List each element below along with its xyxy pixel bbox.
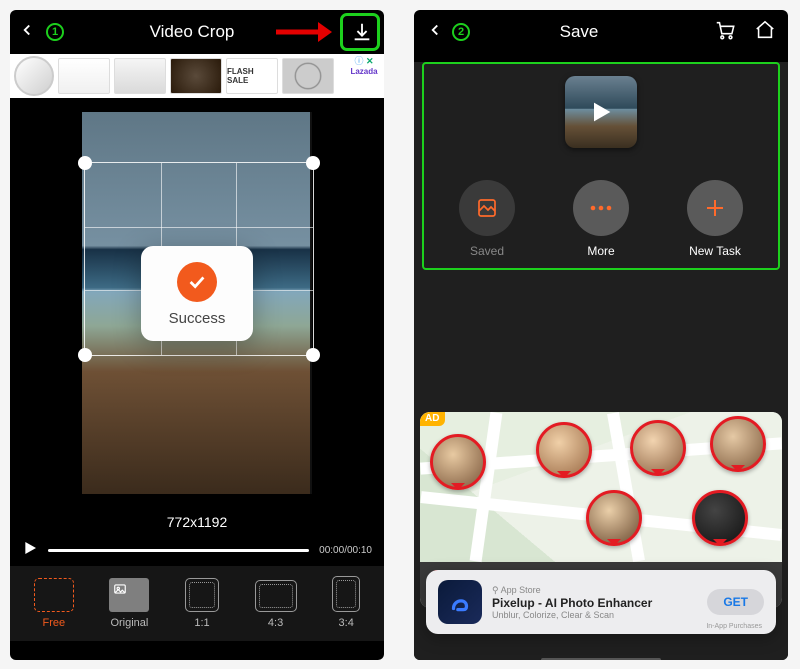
save-body: Saved More New Task [414,62,788,660]
ad-corner[interactable]: ⓘ ✕ Lazada [346,54,382,76]
appstore-banner[interactable]: ⚲ App Store Pixelup - AI Photo Enhancer … [426,570,776,634]
check-icon [177,262,217,302]
back-button[interactable] [18,19,36,45]
ratio-label: 3:4 [332,617,360,629]
ratio-label: Original [109,617,149,629]
ad-product-thumb [282,58,334,94]
step-badge-2: 2 [452,23,470,41]
more-icon [573,180,629,236]
crop-handle-bl[interactable] [78,348,92,362]
action-more[interactable]: More [573,180,629,258]
video-scrubber: 00:00/00:10 [10,534,384,566]
ad-product-thumb [170,58,222,94]
ad-map-image [420,412,782,562]
ad-product-thumb [58,58,110,94]
header: 1 Video Crop [10,10,384,54]
success-toast: Success [141,246,253,341]
ad-product-thumb [114,58,166,94]
aspect-ratio-bar: Free Original 1:1 4:3 3:4 [10,566,384,641]
save-icon [459,180,515,236]
phone-video-crop: 1 Video Crop FLASH SALE ⓘ ✕ Lazada [10,10,384,660]
ratio-label: 1:1 [185,617,219,629]
get-button[interactable]: GET [707,589,764,615]
ratio-label: 4:3 [255,617,297,629]
action-new-task[interactable]: New Task [687,180,743,258]
result-panel: Saved More New Task [422,62,780,270]
ad-product-thumb: FLASH SALE [226,58,278,94]
home-indicator[interactable] [541,658,661,660]
avatar-pin [536,422,592,478]
crop-handle-tr[interactable] [306,156,320,170]
video-thumbnail[interactable] [565,76,637,148]
action-label: New Task [689,244,741,258]
video-preview[interactable]: Success [10,98,384,508]
dimensions-readout: 772x1192 [10,508,384,534]
phone-save: 2 Save Saved [414,10,788,660]
plus-icon [687,180,743,236]
avatar-pin [586,490,642,546]
ratio-3-4[interactable]: 3:4 [332,576,360,629]
action-label: Saved [470,244,504,258]
action-label: More [587,244,614,258]
cart-button[interactable] [714,19,736,46]
ratio-1-1[interactable]: 1:1 [185,578,219,629]
download-button[interactable] [348,18,376,46]
ratio-original[interactable]: Original [109,578,149,629]
avatar-pin [630,420,686,476]
ad-banner-strip[interactable]: FLASH SALE ⓘ ✕ Lazada [10,54,384,98]
home-button[interactable] [754,19,776,46]
iap-label: In-App Purchases [706,623,762,630]
scrubber-track[interactable] [48,549,309,552]
ratio-4-3[interactable]: 4:3 [255,580,297,629]
ratio-free[interactable]: Free [34,578,74,629]
app-icon [438,580,482,624]
step-badge-1: 1 [46,23,64,41]
crop-handle-tl[interactable] [78,156,92,170]
ad-product-thumb [14,56,54,96]
appstore-text: ⚲ App Store Pixelup - AI Photo Enhancer … [492,585,652,620]
ad-badge: AD [420,412,445,426]
ratio-label: Free [34,617,74,629]
header: 2 Save [414,10,788,54]
page-title: Save [454,22,704,42]
avatar-pin [430,434,486,490]
success-label: Success [161,310,233,327]
avatar-pin [692,490,748,546]
avatar-pin [710,416,766,472]
back-button[interactable] [426,19,444,45]
crop-handle-br[interactable] [306,348,320,362]
time-readout: 00:00/00:10 [319,545,372,556]
annotation-arrow [272,18,332,51]
action-saved[interactable]: Saved [459,180,515,258]
play-button[interactable] [22,540,38,561]
action-row: Saved More New Task [430,180,772,258]
